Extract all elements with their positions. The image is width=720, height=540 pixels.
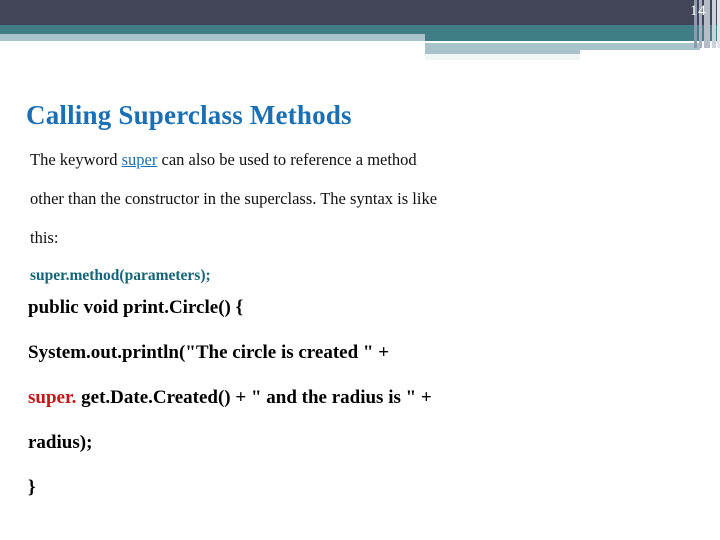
header-vertical-stripe-4: [712, 0, 716, 48]
header-band-light-right-upper: [425, 43, 700, 50]
code-line-super-call: super. get.Date.Created() + " and the ra…: [0, 375, 720, 420]
header-band-teal: [0, 25, 720, 34]
code-line-println: System.out.println("The circle is create…: [28, 342, 390, 363]
slide-body: The keyword super can also be used to re…: [0, 140, 720, 291]
body-paragraph-line-1: The keyword super can also be used to re…: [0, 140, 720, 179]
keyword-super-link[interactable]: super: [122, 150, 158, 169]
body-text-after-keyword: can also be used to reference a method: [157, 150, 417, 169]
page-number: 14: [690, 3, 706, 19]
code-line-closing-brace: }: [28, 477, 36, 498]
body-paragraph-line-2: other than the constructor in the superc…: [30, 189, 438, 208]
body-paragraph-line-3: this:: [30, 228, 59, 247]
code-example-block: public void print.Circle() { System.out.…: [0, 285, 720, 510]
code-line-super-call-rest: get.Date.Created() + " and the radius is…: [76, 387, 432, 408]
page-title: Calling Superclass Methods: [26, 100, 352, 131]
body-text-before-keyword: The keyword: [30, 150, 122, 169]
header-band-teal-right: [425, 34, 720, 41]
slide-header-decoration: [0, 0, 720, 62]
code-line-method-signature: public void print.Circle() {: [28, 297, 244, 318]
code-line-radius: radius);: [28, 432, 93, 453]
header-band-navy: [0, 0, 720, 25]
header-band-light-left: [0, 34, 425, 41]
keyword-super-highlight: super.: [28, 387, 77, 408]
header-band-faint-right: [425, 54, 580, 60]
